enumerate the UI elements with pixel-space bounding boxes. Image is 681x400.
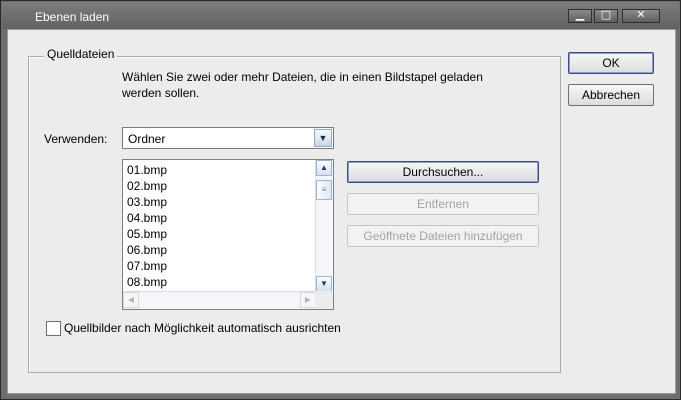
maximize-button[interactable]: □: [594, 8, 618, 23]
horizontal-scrollbar[interactable]: ◀ ▶: [123, 291, 316, 309]
ok-button[interactable]: OK: [568, 52, 654, 74]
scroll-right-icon[interactable]: ▶: [300, 292, 316, 308]
group-title: Quelldateien: [44, 47, 118, 61]
minimize-button[interactable]: ▁: [568, 8, 592, 23]
window-title: Ebenen laden: [35, 10, 110, 24]
list-item[interactable]: 01.bmp: [127, 162, 167, 178]
list-item[interactable]: 03.bmp: [127, 194, 167, 210]
minimize-icon: ▁: [575, 8, 585, 21]
list-item[interactable]: 04.bmp: [127, 210, 167, 226]
scroll-up-icon[interactable]: ▲: [316, 160, 332, 176]
dialog-window: Ebenen laden ▁ □ ✕ Quelldateien Wählen S…: [0, 0, 681, 400]
list-item[interactable]: 06.bmp: [127, 242, 167, 258]
list-item[interactable]: 08.bmp: [127, 274, 167, 290]
scroll-thumb[interactable]: ≡: [316, 180, 332, 200]
cancel-button[interactable]: Abbrechen: [568, 84, 654, 106]
scroll-left-icon[interactable]: ◀: [123, 292, 139, 308]
close-icon: ✕: [636, 8, 646, 21]
file-items: 01.bmp 02.bmp 03.bmp 04.bmp 05.bmp 06.bm…: [127, 162, 167, 290]
auto-align-label[interactable]: Quellbilder nach Möglichkeit automatisch…: [64, 321, 341, 335]
scroll-down-icon[interactable]: ▼: [316, 276, 332, 292]
remove-button[interactable]: Entfernen: [347, 193, 539, 215]
use-label: Verwenden:: [44, 132, 108, 146]
vertical-scrollbar[interactable]: ▲ ≡ ▼: [315, 160, 333, 292]
list-item[interactable]: 05.bmp: [127, 226, 167, 242]
description-text: Wählen Sie zwei oder mehr Dateien, die i…: [122, 70, 483, 100]
scroll-corner: [315, 291, 333, 309]
title-bar[interactable]: Ebenen laden ▁ □ ✕: [2, 2, 679, 29]
use-select[interactable]: Ordner ▼: [122, 127, 334, 149]
dialog-client: Quelldateien Wählen Sie zwei oder mehr D…: [7, 29, 676, 394]
chevron-down-icon[interactable]: ▼: [314, 129, 332, 147]
add-open-files-button[interactable]: Geöffnete Dateien hinzufügen: [347, 225, 539, 247]
auto-align-checkbox[interactable]: [46, 321, 61, 336]
list-item[interactable]: 02.bmp: [127, 178, 167, 194]
maximize-icon: □: [600, 8, 612, 21]
list-item[interactable]: 07.bmp: [127, 258, 167, 274]
use-select-value: Ordner: [128, 132, 166, 146]
file-list[interactable]: 01.bmp 02.bmp 03.bmp 04.bmp 05.bmp 06.bm…: [122, 159, 334, 310]
browse-button[interactable]: Durchsuchen...: [347, 161, 539, 183]
close-button[interactable]: ✕: [622, 8, 660, 23]
